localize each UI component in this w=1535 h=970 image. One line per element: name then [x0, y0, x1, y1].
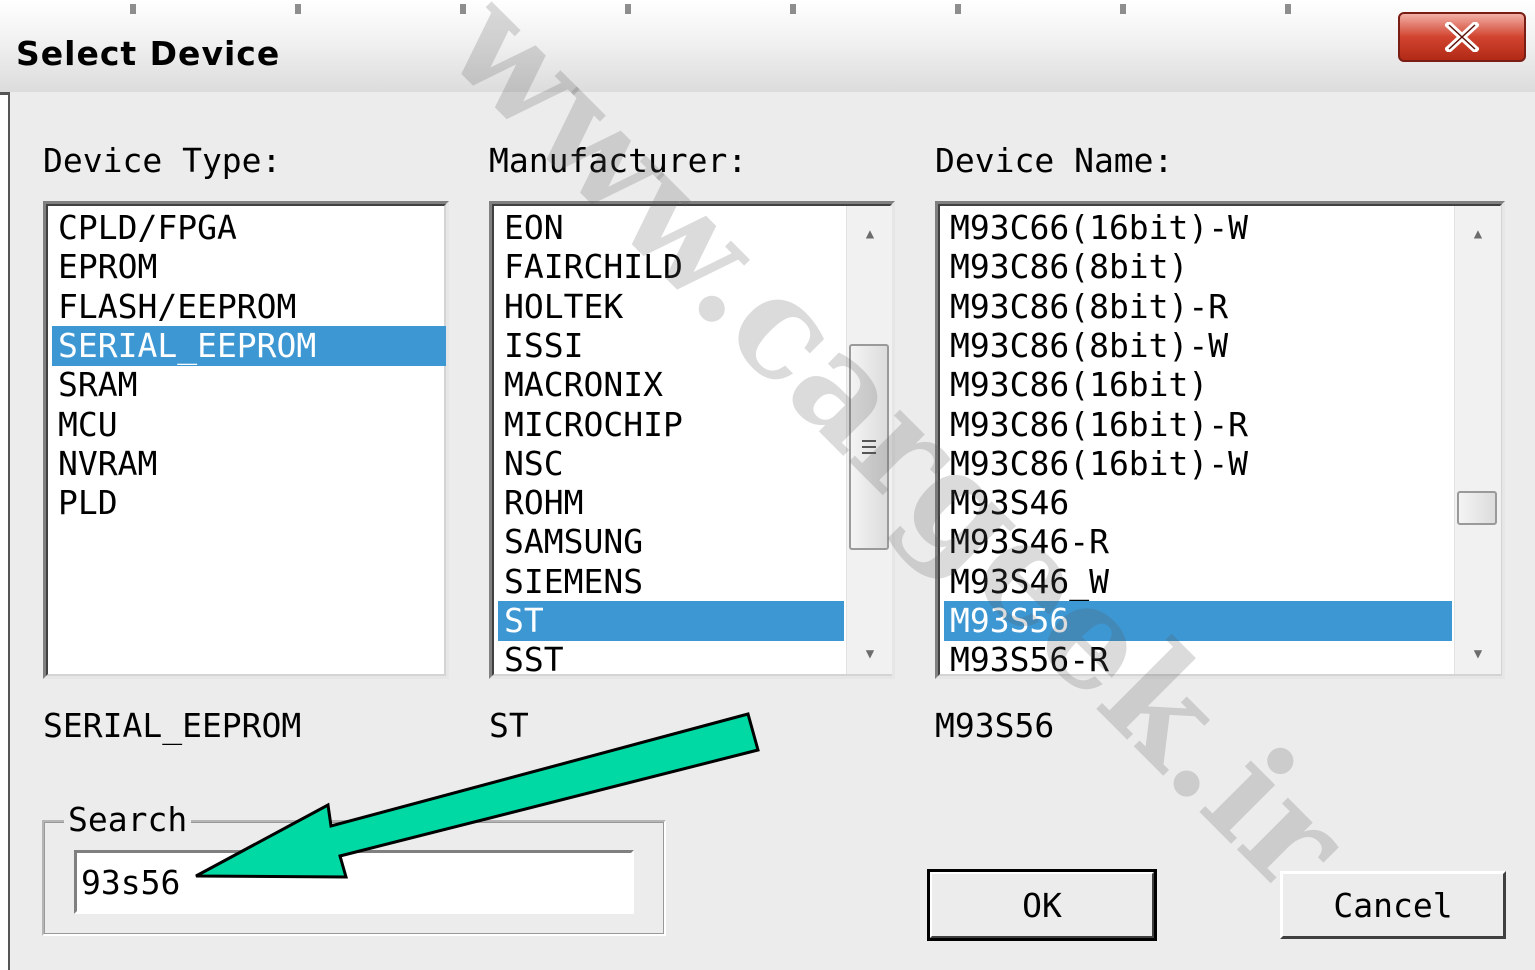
device-type-item[interactable]: CPLD/FPGA — [52, 208, 446, 248]
manufacturer-item[interactable]: ROHM — [498, 483, 844, 523]
device-type-item[interactable]: SRAM — [52, 365, 446, 405]
device-name-item[interactable]: M93S46-R — [944, 522, 1452, 562]
device-name-item[interactable]: M93C86(8bit)-R — [944, 287, 1452, 327]
device-name-scrollbar[interactable]: ▲ ▼ — [1454, 206, 1501, 674]
device-name-listbox[interactable]: M93S56-R M93S56 M93S46_W M93S46-R M93S46 M93C… — [935, 201, 1505, 679]
device-type-label: Device Type: — [43, 141, 282, 180]
device-type-listbox[interactable]: PLD NVRAM MCU SRAM SERIAL_EEPROM FLASH/EEPROM… — [43, 201, 449, 679]
scroll-down-icon[interactable]: ▼ — [1455, 634, 1501, 674]
close-button[interactable] — [1398, 12, 1526, 62]
device-name-item[interactable]: M93C66(16bit)-W — [944, 208, 1452, 248]
close-icon — [1445, 22, 1479, 52]
manufacturer-item[interactable]: ST — [498, 601, 844, 641]
scroll-up-icon[interactable]: ▲ — [1455, 214, 1501, 254]
device-type-item[interactable]: SERIAL_EEPROM — [52, 325, 446, 366]
selected-device-type: SERIAL_EEPROM — [43, 706, 302, 745]
cancel-button[interactable]: Cancel — [1280, 871, 1506, 939]
manufacturer-item[interactable]: ISSI — [498, 326, 844, 366]
selected-device-name: M93S56 — [935, 706, 1055, 745]
manufacturer-scrollbar[interactable]: ▲ ▼ — [846, 206, 892, 674]
search-group-label: Search — [64, 800, 192, 840]
manufacturer-item[interactable]: MICROCHIP — [498, 405, 844, 445]
device-name-item[interactable]: M93S46 — [944, 483, 1452, 523]
device-name-item[interactable]: M93C86(8bit) — [944, 247, 1452, 287]
device-name-label: Device Name: — [935, 141, 1174, 180]
grip-icon — [862, 440, 876, 454]
device-type-item[interactable]: PLD — [52, 483, 446, 523]
device-type-item[interactable]: EPROM — [52, 247, 446, 287]
device-name-item[interactable]: M93C86(16bit)-W — [944, 444, 1452, 484]
manufacturer-item[interactable]: NSC — [498, 444, 844, 484]
device-name-item[interactable]: M93S56-R — [944, 640, 1452, 676]
device-name-item[interactable]: M93C86(16bit) — [944, 365, 1452, 405]
device-type-item[interactable]: NVRAM — [52, 444, 446, 484]
device-name-item[interactable]: M93C86(8bit)-W — [944, 326, 1452, 366]
manufacturer-listbox[interactable]: SST ST SIEMENS SAMSUNG ROHM NSC MICROCHIP MACRO… — [489, 201, 895, 679]
device-name-item[interactable]: M93S56 — [944, 601, 1452, 641]
manufacturer-item[interactable]: SAMSUNG — [498, 522, 844, 562]
device-name-scroll-thumb[interactable] — [1457, 491, 1497, 525]
scroll-down-icon[interactable]: ▼ — [847, 634, 892, 674]
manufacturer-item[interactable]: EON — [498, 208, 844, 248]
search-input[interactable] — [74, 850, 634, 914]
manufacturer-item[interactable]: MACRONIX — [498, 365, 844, 405]
window-title: Select Device — [16, 34, 281, 73]
manufacturer-item[interactable]: SST — [498, 640, 844, 676]
title-bar: Select Device — [0, 0, 1535, 95]
device-type-item[interactable]: MCU — [52, 405, 446, 445]
manufacturer-item[interactable]: SIEMENS — [498, 562, 844, 602]
manufacturer-scroll-thumb[interactable] — [849, 344, 889, 550]
manufacturer-item[interactable]: HOLTEK — [498, 287, 844, 327]
manufacturer-item[interactable]: FAIRCHILD — [498, 247, 844, 287]
ok-button[interactable]: OK — [927, 869, 1157, 941]
manufacturer-label: Manufacturer: — [489, 141, 748, 180]
title-bar-texture — [0, 4, 1400, 14]
device-name-item[interactable]: M93C86(16bit)-R — [944, 405, 1452, 445]
device-type-item[interactable]: FLASH/EEPROM — [52, 287, 446, 327]
device-name-item[interactable]: M93S46_W — [944, 562, 1452, 602]
scroll-up-icon[interactable]: ▲ — [847, 214, 892, 254]
selected-manufacturer: ST — [489, 706, 529, 745]
